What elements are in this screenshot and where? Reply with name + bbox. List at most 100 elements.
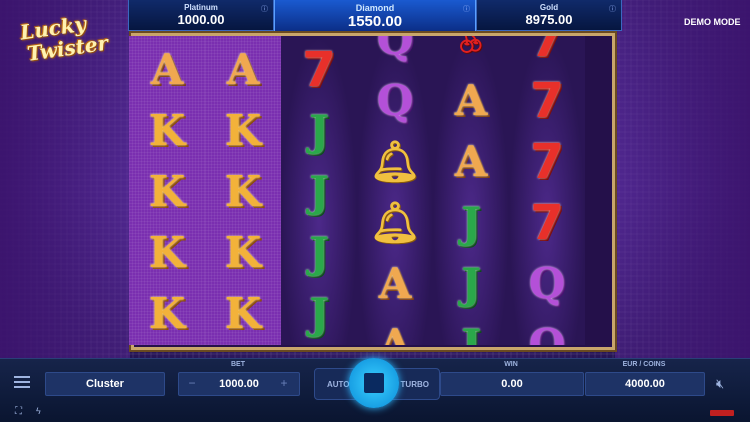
reel-symbol: 🔔︎ xyxy=(357,193,433,253)
win-label: WIN xyxy=(504,361,518,368)
jackpot-platinum: Platinum 1000.00 ⓘ xyxy=(128,0,274,31)
reel-symbol: A xyxy=(205,40,281,100)
reel-symbol: A xyxy=(357,254,433,314)
reel-symbol: K xyxy=(205,101,281,161)
symbol-A: A xyxy=(378,259,412,308)
reel-symbol: J xyxy=(281,162,357,222)
symbol-K: K xyxy=(148,289,186,338)
symbol-J: J xyxy=(461,259,481,308)
symbol-7: 7 xyxy=(302,42,336,98)
reel-symbol: J xyxy=(433,193,509,253)
reel-symbol: J xyxy=(433,315,509,345)
game-logo: Lucky Twister xyxy=(19,11,110,74)
bet-label: BET xyxy=(231,361,245,368)
symbol-J: J xyxy=(461,198,481,247)
reel-symbol: 7 xyxy=(509,71,585,131)
reel-symbol: A xyxy=(433,71,509,131)
reel-symbol: J xyxy=(281,223,357,283)
reel-symbol: K xyxy=(129,162,205,222)
symbol-K: K xyxy=(148,167,186,216)
spin-stop-button[interactable] xyxy=(349,358,399,408)
reel-symbol: K xyxy=(129,284,205,344)
symbol-J: J xyxy=(309,106,329,155)
symbol-Q: Q xyxy=(376,36,414,64)
symbol-7: 7 xyxy=(530,134,564,190)
reel-symbol: K xyxy=(205,162,281,222)
bet-increase-button[interactable]: + xyxy=(278,377,290,389)
reel-symbol: A xyxy=(433,132,509,192)
bet-decrease-button[interactable]: − xyxy=(186,377,198,389)
reel-symbol: A xyxy=(357,315,433,345)
reel-symbol: 7 xyxy=(509,36,585,70)
reel-1: AKKKK xyxy=(129,36,205,345)
jackpot-diamond: Diamond 1550.00 ⓘ xyxy=(274,0,476,35)
symbol-Q: Q xyxy=(528,259,566,308)
menu-icon[interactable] xyxy=(14,376,30,388)
reel-2: AKKKK xyxy=(205,36,281,345)
jackpot-value: 1550.00 xyxy=(347,13,403,30)
turbo-button[interactable]: TURBO xyxy=(401,380,429,389)
symbol-K: K xyxy=(224,289,262,338)
fullscreen-icon[interactable]: ⛶ xyxy=(15,406,22,417)
reel-symbol: K xyxy=(205,284,281,344)
reel-symbol: J xyxy=(433,254,509,314)
reel-symbol: Q xyxy=(509,315,585,345)
provider-badge-icon xyxy=(710,410,734,416)
reel-4: Q Q 🔔︎ 🔔︎ A A xyxy=(357,36,433,345)
symbol-A: A xyxy=(454,76,488,125)
reel-symbol: 🔔︎ xyxy=(357,132,433,192)
symbol-Q: Q xyxy=(376,76,414,125)
reel-6: 7777QQ xyxy=(509,36,585,345)
right-wall xyxy=(615,0,750,360)
reel-3: 7JJJJ xyxy=(281,36,357,345)
symbol-K: K xyxy=(224,228,262,277)
reel-symbol: K xyxy=(205,223,281,283)
coins-value: 4000.00 xyxy=(585,372,705,396)
symbol-bell: 🔔︎ xyxy=(369,138,421,185)
symbol-J: J xyxy=(309,228,329,277)
game-mode-button[interactable]: Cluster xyxy=(45,372,165,396)
info-icon[interactable]: ⓘ xyxy=(609,4,616,14)
symbol-Q: Q xyxy=(528,320,566,345)
jackpot-name: Platinum xyxy=(184,3,218,12)
reel-symbol: J xyxy=(281,284,357,344)
reel-symbol: 🍒︎ xyxy=(433,36,509,70)
jackpot-name: Gold xyxy=(539,3,559,12)
symbol-7: 7 xyxy=(530,36,564,68)
symbol-A: A xyxy=(150,45,184,94)
symbol-K: K xyxy=(148,106,186,155)
info-icon[interactable]: ⓘ xyxy=(463,4,470,14)
symbol-J: J xyxy=(461,320,481,345)
lightning-icon[interactable]: ϟ xyxy=(36,406,41,416)
stop-icon xyxy=(364,373,384,393)
symbol-K: K xyxy=(224,167,262,216)
jackpot-value: 8975.00 xyxy=(525,12,573,27)
reel-symbol: K xyxy=(129,223,205,283)
symbol-bell: 🔔︎ xyxy=(369,199,421,246)
symbol-7: 7 xyxy=(530,195,564,251)
speaker-muted-icon[interactable]: 🔇︎ xyxy=(716,376,724,392)
reel-symbol: Q xyxy=(357,36,433,70)
reel-symbol: A xyxy=(129,40,205,100)
reel-5: 🍒︎ A A J J J xyxy=(433,36,509,345)
reel-symbol: J xyxy=(281,101,357,161)
reel-symbol: 7 xyxy=(509,193,585,253)
win-value: 0.00 xyxy=(440,372,584,396)
symbol-A: A xyxy=(378,320,412,345)
reel-symbol: Q xyxy=(357,71,433,131)
symbol-A: A xyxy=(226,45,260,94)
jackpot-value: 1000.00 xyxy=(177,12,225,27)
symbol-J: J xyxy=(309,167,329,216)
reel-symbol: 7 xyxy=(509,132,585,192)
reel-symbol: K xyxy=(129,101,205,161)
reel-symbol: 7 xyxy=(281,40,357,100)
symbol-7: 7 xyxy=(530,73,564,129)
coins-label: EUR / COINS xyxy=(622,361,666,368)
auto-button[interactable]: AUTO xyxy=(327,380,350,389)
jackpot-name: Diamond xyxy=(355,3,395,13)
jackpot-gold: Gold 8975.00 ⓘ xyxy=(476,0,622,31)
info-icon[interactable]: ⓘ xyxy=(261,4,268,14)
reel-symbol: Q xyxy=(509,254,585,314)
symbol-J: J xyxy=(309,289,329,338)
symbol-A: A xyxy=(454,137,488,186)
